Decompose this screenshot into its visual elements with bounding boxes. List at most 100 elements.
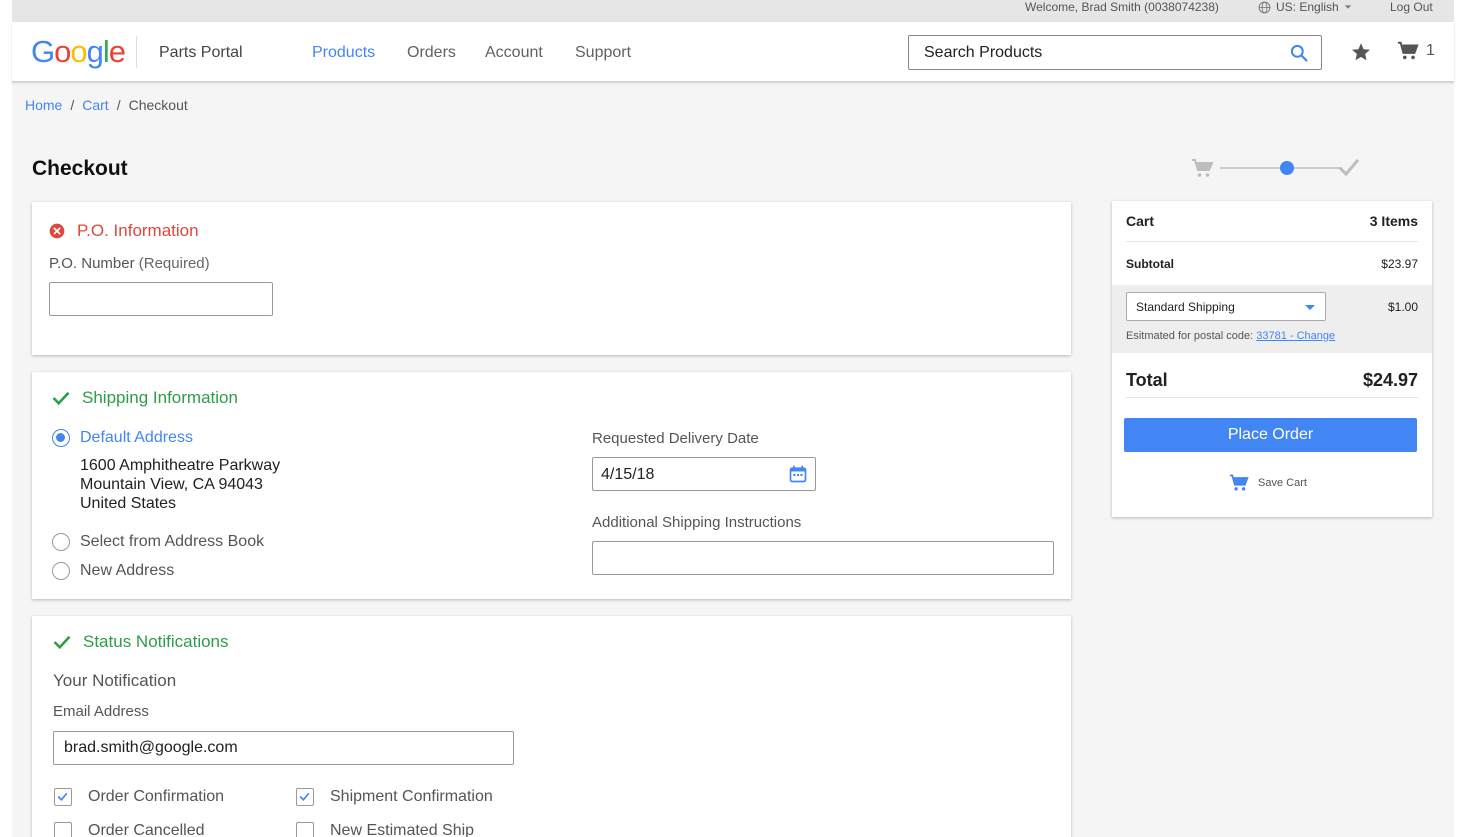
check-icon [52, 391, 70, 406]
order-summary-panel: Cart 3 Items Subtotal $23.97 Standard Sh… [1112, 201, 1432, 517]
logout-link[interactable]: Log Out [1390, 0, 1433, 14]
stepper-check-icon [1338, 159, 1360, 177]
address-line: 1600 Amphitheatre Parkway [80, 457, 281, 474]
page-title: Checkout [32, 157, 128, 180]
radio-address-book[interactable]: Select from Address Book [52, 533, 264, 551]
summary-items-count: 3 Items [1369, 213, 1418, 229]
checkbox-label: New Estimated Ship [330, 822, 475, 837]
star-icon[interactable] [1350, 41, 1372, 63]
utility-bar: Welcome, Brad Smith (0038074238) US: Eng… [12, 0, 1454, 22]
checkbox-order-cancelled[interactable]: Order Cancelled [54, 822, 205, 837]
save-cart-label: Save Cart [1258, 477, 1307, 489]
checkbox-order-confirmation[interactable]: Order Confirmation [54, 788, 224, 806]
shipping-method-select[interactable]: Standard Shipping [1126, 292, 1326, 321]
checkmark-icon [299, 792, 310, 801]
subtotal-label: Subtotal [1126, 257, 1174, 271]
search-input[interactable] [909, 36, 1269, 69]
checkbox-label: Order Confirmation [88, 788, 225, 805]
cart-icon [1229, 474, 1249, 491]
address-line: United States [80, 495, 177, 512]
change-postal-link[interactable]: 33781 - Change [1256, 330, 1335, 342]
po-section-title: P.O. Information [49, 221, 199, 241]
notifications-title-text: Status Notifications [83, 632, 229, 651]
delivery-date-input[interactable]: 4/15/18 [601, 466, 654, 484]
email-input[interactable] [53, 731, 514, 765]
summary-subtotal-row: Subtotal $23.97 [1126, 257, 1418, 271]
your-notification-heading: Your Notification [53, 671, 177, 690]
radio-new-address[interactable]: New Address [52, 562, 174, 580]
header-cart[interactable]: 1 [1396, 40, 1435, 62]
cart-count: 1 [1426, 42, 1435, 59]
language-label: US: English [1276, 0, 1339, 14]
shipping-cost: $1.00 [1387, 300, 1418, 314]
delivery-date-label: Requested Delivery Date [592, 430, 759, 447]
total-label: Total [1126, 370, 1168, 390]
summary-divider [1126, 397, 1418, 398]
language-selector[interactable]: US: English [1258, 0, 1352, 14]
logo-divider [136, 36, 137, 68]
subtotal-value: $23.97 [1381, 257, 1418, 271]
welcome-text: Welcome, Brad Smith (0038074238) [1025, 0, 1219, 14]
google-logo[interactable]: Google [31, 34, 126, 69]
total-value: $24.97 [1362, 370, 1418, 390]
globe-icon [1258, 1, 1271, 13]
calendar-icon[interactable] [788, 464, 808, 484]
shipping-section-title: Shipping Information [52, 388, 238, 408]
radio-default-address[interactable]: Default Address [52, 429, 193, 447]
save-cart-button[interactable]: Save Cart [1228, 473, 1307, 493]
checkbox[interactable] [54, 822, 72, 837]
radio-label: Default Address [80, 429, 193, 446]
search-icon[interactable] [1289, 43, 1309, 63]
place-order-button[interactable]: Place Order [1124, 418, 1417, 452]
checkbox-label: Shipment Confirmation [330, 788, 493, 805]
checkbox-new-estimated-ship[interactable]: New Estimated Ship [296, 822, 474, 837]
po-number-label-text: P.O. Number [49, 255, 135, 272]
address-line: Mountain View, CA 94043 [80, 476, 263, 493]
shipping-method-value: Standard Shipping [1136, 300, 1235, 314]
radio-label: Select from Address Book [80, 533, 265, 550]
logo-letter: g [86, 34, 104, 69]
checkout-stepper [1192, 159, 1360, 177]
nav-account[interactable]: Account [485, 44, 543, 62]
radio-label: New Address [80, 562, 175, 579]
po-number-input[interactable] [49, 282, 273, 316]
breadcrumb-separator: / [70, 97, 75, 113]
breadcrumb-home[interactable]: Home [25, 97, 62, 113]
summary-cart-label: Cart [1126, 213, 1155, 229]
breadcrumb-cart[interactable]: Cart [82, 97, 108, 113]
stepper-cart-icon [1192, 159, 1214, 177]
nav-support[interactable]: Support [575, 44, 631, 62]
email-label: Email Address [53, 703, 149, 720]
shipping-instructions-input[interactable] [592, 541, 1054, 575]
stepper-active-dot [1280, 161, 1294, 175]
nav-orders[interactable]: Orders [407, 44, 456, 62]
breadcrumb-current: Checkout [128, 97, 188, 113]
checkbox-label: Order Cancelled [88, 822, 205, 837]
nav-products[interactable]: Products [312, 44, 375, 62]
shipping-title-text: Shipping Information [82, 388, 238, 407]
checkmark-icon [57, 792, 68, 801]
breadcrumb: Home / Cart / Checkout [25, 97, 188, 113]
main-navbar: Google Parts Portal Products Orders Acco… [12, 22, 1454, 82]
checkbox[interactable] [54, 788, 72, 806]
checkbox[interactable] [296, 788, 314, 806]
logo-letter: e [108, 34, 126, 69]
error-circle-icon [49, 223, 65, 239]
check-icon [53, 635, 71, 650]
checkbox[interactable] [296, 822, 314, 837]
checkbox-shipment-confirmation[interactable]: Shipment Confirmation [296, 788, 493, 806]
summary-cart-row: Cart 3 Items [1126, 213, 1418, 229]
delivery-date-field: 4/15/18 [592, 457, 816, 491]
page: Welcome, Brad Smith (0038074238) US: Eng… [12, 0, 1454, 837]
summary-divider [1126, 241, 1418, 242]
search-box [908, 35, 1322, 70]
breadcrumb-separator: / [116, 97, 121, 113]
radio-button[interactable] [52, 429, 70, 447]
po-required-note: (Required) [138, 255, 210, 272]
radio-button[interactable] [52, 562, 70, 580]
portal-name: Parts Portal [159, 44, 243, 61]
radio-button[interactable] [52, 533, 70, 551]
cart-icon [1397, 41, 1419, 60]
shipping-instructions-label: Additional Shipping Instructions [592, 514, 802, 531]
logo-letter: o [54, 34, 71, 69]
